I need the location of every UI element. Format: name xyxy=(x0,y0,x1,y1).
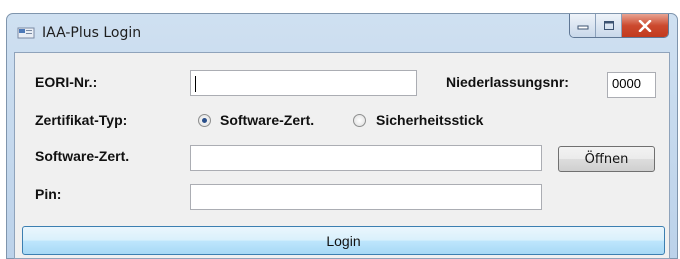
title-bar[interactable]: IAA-Plus Login xyxy=(7,14,677,52)
niederlassung-value: 0000 xyxy=(612,76,641,91)
close-icon xyxy=(638,19,652,32)
text-caret xyxy=(195,76,196,92)
software-zert-input[interactable] xyxy=(190,145,542,171)
maximize-icon xyxy=(603,21,614,30)
minimize-icon xyxy=(577,25,588,29)
niederlassung-label: Niederlassungsnr: xyxy=(446,74,569,90)
niederlassung-input[interactable]: 0000 xyxy=(607,72,656,98)
minimize-button[interactable] xyxy=(570,14,596,37)
close-button[interactable] xyxy=(622,14,668,37)
login-button[interactable]: Login xyxy=(22,226,665,255)
maximize-button[interactable] xyxy=(596,14,622,37)
eori-label: EORI-Nr.: xyxy=(35,74,98,90)
window-controls xyxy=(569,14,669,38)
open-file-button[interactable]: Öffnen xyxy=(558,146,655,172)
software-zert-label: Software-Zert. xyxy=(35,148,130,164)
app-icon xyxy=(17,27,35,39)
zertifikat-typ-label: Zertifikat-Typ: xyxy=(35,112,128,128)
login-window: IAA-Plus Login EORI-Nr.: Niederlassungsn… xyxy=(6,13,678,259)
radio-sicherheitsstick-label[interactable]: Sicherheitsstick xyxy=(376,112,483,128)
eori-input[interactable] xyxy=(190,70,417,96)
radio-software-zert[interactable] xyxy=(198,114,211,127)
radio-software-zert-label[interactable]: Software-Zert. xyxy=(220,112,314,128)
pin-label: Pin: xyxy=(35,186,62,202)
window-title: IAA-Plus Login xyxy=(42,25,142,41)
login-form: EORI-Nr.: Niederlassungsnr: 0000 Zertifi… xyxy=(14,52,670,259)
radio-sicherheitsstick[interactable] xyxy=(353,114,366,127)
pin-input[interactable] xyxy=(190,184,542,210)
